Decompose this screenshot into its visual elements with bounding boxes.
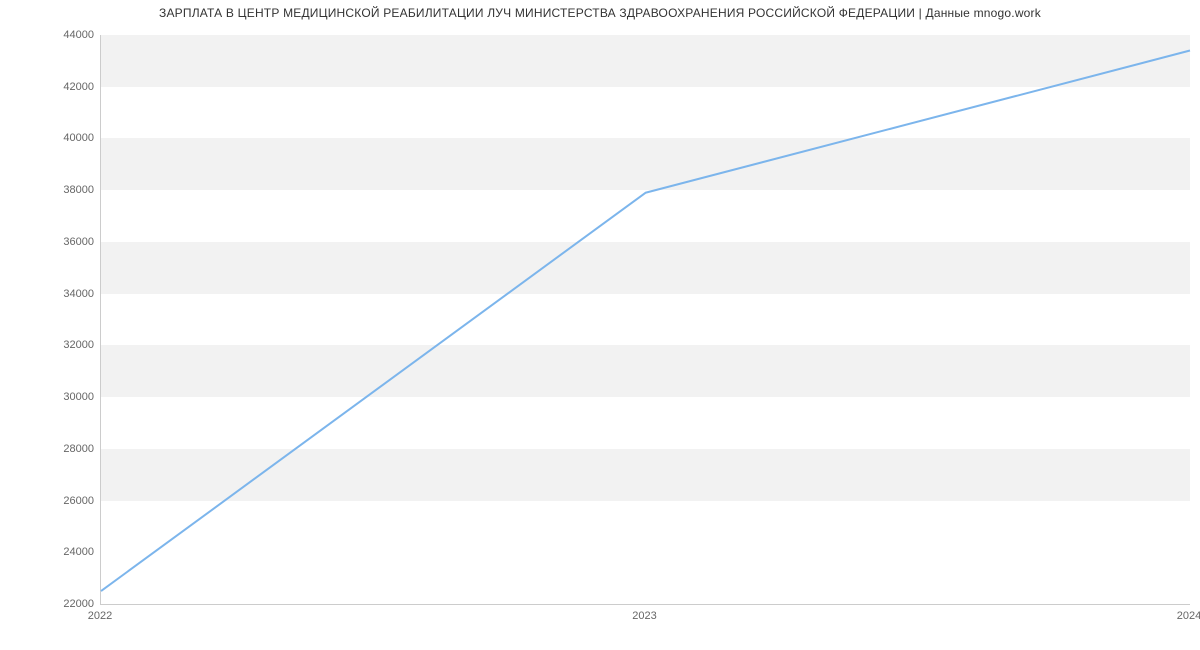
y-tick-label: 44000 <box>34 29 94 41</box>
y-tick-label: 26000 <box>34 495 94 507</box>
y-tick-label: 40000 <box>34 132 94 144</box>
data-line <box>101 51 1190 592</box>
x-tick-label: 2023 <box>632 610 656 622</box>
chart-container: ЗАРПЛАТА В ЦЕНТР МЕДИЦИНСКОЙ РЕАБИЛИТАЦИ… <box>0 0 1200 650</box>
y-tick-label: 22000 <box>34 598 94 610</box>
y-tick-label: 36000 <box>34 236 94 248</box>
chart-title: ЗАРПЛАТА В ЦЕНТР МЕДИЦИНСКОЙ РЕАБИЛИТАЦИ… <box>0 6 1200 20</box>
y-tick-label: 38000 <box>34 184 94 196</box>
y-tick-label: 42000 <box>34 81 94 93</box>
line-series <box>101 35 1190 604</box>
x-tick-label: 2024 <box>1177 610 1200 622</box>
plot-area <box>100 35 1190 605</box>
y-tick-label: 32000 <box>34 339 94 351</box>
y-tick-label: 24000 <box>34 546 94 558</box>
x-tick-label: 2022 <box>88 610 112 622</box>
y-tick-label: 30000 <box>34 391 94 403</box>
y-tick-label: 28000 <box>34 443 94 455</box>
y-tick-label: 34000 <box>34 288 94 300</box>
